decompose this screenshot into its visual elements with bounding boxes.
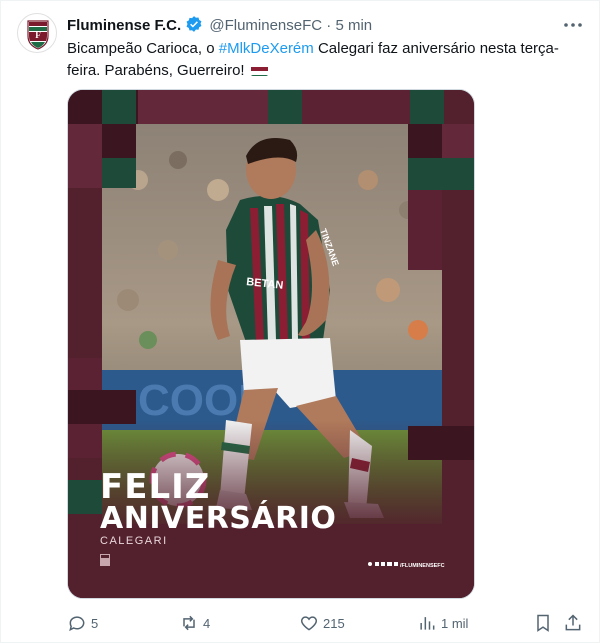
views-chart-icon xyxy=(420,617,435,630)
tweet-header: Fluminense F.C. @FluminenseFC · 5 min xyxy=(67,15,372,39)
reply-button[interactable]: 5 xyxy=(67,611,98,635)
verified-badge-icon xyxy=(185,15,203,39)
like-count: 215 xyxy=(323,615,345,631)
fluminense-flag-icon xyxy=(250,64,268,76)
share-button[interactable] xyxy=(563,611,583,635)
author-handle[interactable]: @FluminenseFC xyxy=(209,17,322,34)
player-name: CALEGARI xyxy=(100,535,168,547)
retweet-button[interactable]: 4 xyxy=(179,611,210,635)
views-button[interactable]: 1 mil xyxy=(417,611,468,635)
tweet-text-before: Bicampeão Carioca, o xyxy=(67,40,219,57)
more-options-icon[interactable] xyxy=(561,13,585,37)
like-button[interactable]: 215 xyxy=(299,611,345,635)
fluminense-crest-icon: F xyxy=(27,20,49,50)
headline-line-2: ANIVERSÁRIO xyxy=(100,500,336,536)
timestamp[interactable]: 5 min xyxy=(335,17,372,34)
tweet-text: Bicampeão Carioca, o #MlkDeXerém Calegar… xyxy=(67,38,582,82)
birthday-graphic: COOB BETAN TINZANE FELIZ ANIVERSÁRIO CAL… xyxy=(68,90,474,598)
social-handle: /FLUMINENSEFC xyxy=(400,563,445,569)
reply-count: 5 xyxy=(91,615,99,631)
bookmark-button[interactable] xyxy=(533,611,553,635)
views-count: 1 mil xyxy=(441,615,469,631)
author-name[interactable]: Fluminense F.C. xyxy=(67,17,181,34)
action-bar: 5 4 215 1 mil xyxy=(67,611,587,635)
avatar[interactable]: F xyxy=(17,13,57,53)
svg-text:F: F xyxy=(35,30,41,40)
retweet-count: 4 xyxy=(203,615,211,631)
dot-separator: · xyxy=(326,17,332,34)
club-mark-icon xyxy=(100,554,110,566)
retweet-icon xyxy=(183,615,195,631)
bookmark-icon xyxy=(537,614,549,632)
hashtag-link[interactable]: #MlkDeXerém xyxy=(219,40,314,57)
tweet-card[interactable]: F Fluminense F.C. @FluminenseFC · 5 min … xyxy=(0,0,600,643)
reply-icon xyxy=(69,616,85,632)
heart-icon xyxy=(300,616,318,631)
share-icon xyxy=(565,614,581,631)
tweet-image[interactable]: COOB BETAN TINZANE FELIZ ANIVERSÁRIO CAL… xyxy=(67,89,475,599)
